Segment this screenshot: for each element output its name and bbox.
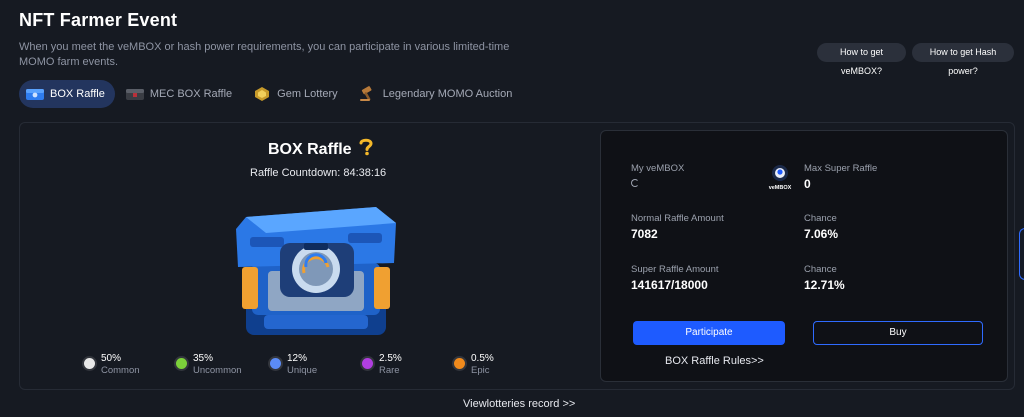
super-chance-value: 12.71% — [804, 278, 845, 292]
side-panel-handle[interactable] — [1019, 228, 1024, 280]
rarity-percent: 50% — [101, 353, 122, 364]
rarity-uncommon: 35% Uncommon — [176, 353, 242, 376]
rarity-common: 50% Common — [84, 353, 140, 376]
loading-spinner-icon — [631, 179, 639, 187]
tab-label: MEC BOX Raffle — [149, 88, 233, 100]
mec-box-icon — [125, 86, 145, 102]
my-vembox-label: My veMBOX — [631, 163, 685, 174]
super-chance-label: Chance — [804, 264, 837, 275]
rarity-percent: 0.5% — [471, 353, 494, 364]
rarity-percent: 12% — [287, 353, 308, 364]
vembox-logo-text: veMBOX — [769, 185, 792, 191]
tab-mec-box-raffle[interactable]: MEC BOX Raffle — [119, 80, 242, 108]
tab-legendary-momo-auction[interactable]: Legendary MOMO Auction — [352, 80, 523, 108]
blue-box-icon — [25, 86, 45, 102]
rarity-rare: 2.5% Rare — [362, 353, 402, 376]
gavel-icon — [358, 86, 378, 102]
rarity-name: Uncommon — [193, 365, 242, 376]
event-tabs: BOX Raffle MEC BOX Raffle Gem Lottery Le… — [19, 80, 526, 108]
raffle-panel: BOX Raffle Raffle Countdown: 84:38:16 50… — [19, 122, 1015, 390]
raffle-countdown: Raffle Countdown: 84:38:16 — [250, 167, 387, 179]
rarity-dot — [270, 358, 281, 369]
rarity-percent: 2.5% — [379, 353, 402, 364]
view-lotteries-record-link[interactable]: Viewlotteries record >> — [463, 398, 575, 410]
buy-button[interactable]: Buy — [813, 321, 983, 345]
participate-button[interactable]: Participate — [633, 321, 785, 345]
tab-gem-lottery[interactable]: Gem Lottery — [246, 80, 348, 108]
rarity-name: Rare — [379, 365, 400, 376]
tab-label: Gem Lottery — [277, 88, 338, 100]
normal-chance-label: Chance — [804, 213, 837, 224]
box-chest-image — [236, 207, 396, 335]
raffle-info: BOX Raffle Raffle Countdown: 84:38:16 50… — [20, 123, 600, 389]
rarity-dot — [176, 358, 187, 369]
rarity-dot — [362, 358, 373, 369]
page-title: NFT Farmer Event — [19, 10, 178, 30]
rarity-dot — [84, 358, 95, 369]
vembox-logo-icon: veMBOX — [769, 165, 792, 191]
raffle-title: BOX Raffle — [268, 138, 373, 161]
box-raffle-rules-link[interactable]: BOX Raffle Rules>> — [665, 355, 764, 367]
gem-icon — [252, 86, 272, 102]
max-super-raffle-value: 0 — [804, 177, 811, 191]
rarity-unique: 12% Unique — [270, 353, 317, 376]
rarity-name: Common — [101, 365, 140, 376]
rarity-name: Unique — [287, 365, 318, 376]
tab-label: Legendary MOMO Auction — [382, 88, 513, 100]
page-description: When you meet the veMBOX or hash power r… — [19, 41, 510, 68]
how-to-get-hash-power-button[interactable]: How to get Hash power? — [912, 43, 1014, 76]
super-raffle-amount-label: Super Raffle Amount — [631, 264, 719, 275]
raffle-title-text: BOX Raffle — [268, 140, 352, 158]
max-super-raffle-label: Max Super Raffle — [804, 163, 878, 174]
tab-box-raffle[interactable]: BOX Raffle — [19, 80, 115, 108]
tab-label: BOX Raffle — [50, 88, 105, 100]
rarity-percent: 35% — [193, 353, 214, 364]
normal-chance-value: 7.06% — [804, 227, 839, 241]
normal-raffle-amount-label: Normal Raffle Amount — [631, 213, 724, 224]
rarity-epic: 0.5% Epic — [454, 353, 494, 376]
rarity-name: Epic — [471, 365, 490, 376]
question-icon[interactable] — [359, 138, 373, 161]
raffle-stats-card: My veMBOX veMBOX Max Super Raffle 0 Norm… — [600, 130, 1008, 382]
normal-raffle-amount-value: 7082 — [631, 227, 658, 241]
super-raffle-amount-value: 141617/18000 — [631, 278, 708, 292]
rarity-dot — [454, 358, 465, 369]
how-to-get-vembox-button[interactable]: How to get veMBOX? — [817, 43, 906, 76]
